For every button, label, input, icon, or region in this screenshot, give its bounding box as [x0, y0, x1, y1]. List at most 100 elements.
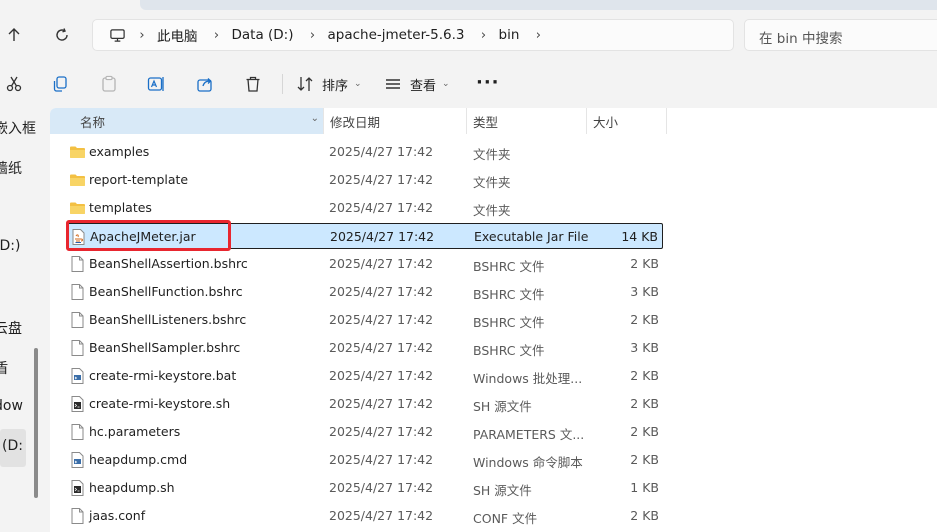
breadcrumb-this-pc[interactable]: 此电脑 — [153, 25, 206, 45]
file-size: 14 KB — [621, 229, 658, 244]
nav-item-4[interactable]: 盾 — [0, 358, 8, 378]
sort-icon — [297, 77, 313, 91]
share-icon — [197, 78, 212, 92]
column-header-size[interactable]: 大小 — [587, 108, 667, 134]
view-label: 查看 — [410, 78, 437, 94]
more-options-button[interactable]: ··· — [476, 72, 500, 93]
script-file-icon — [69, 479, 86, 497]
chevron-down-icon: ⌄ — [442, 79, 450, 89]
refresh-button[interactable] — [48, 22, 76, 48]
toolbar-divider — [282, 74, 283, 94]
chevron-right-icon[interactable]: › — [206, 28, 228, 43]
file-name: templates — [89, 200, 152, 215]
column-header-name[interactable]: ^ 名称 ⌄ — [50, 108, 324, 134]
rename-button[interactable] — [144, 72, 168, 96]
file-name: jaas.conf — [89, 508, 146, 523]
file-row[interactable]: examples 2025/4/27 17:42 文件夹 — [66, 139, 663, 165]
cut-button[interactable] — [2, 72, 26, 96]
file-icon — [69, 507, 86, 525]
chevron-right-icon[interactable]: › — [302, 28, 324, 43]
nav-scrollbar[interactable] — [34, 348, 38, 498]
file-date: 2025/4/27 17:42 — [329, 396, 434, 411]
file-icon — [69, 423, 86, 441]
file-date: 2025/4/27 17:42 — [329, 340, 434, 355]
file-row[interactable]: BeanShellFunction.bshrc 2025/4/27 17:42 BS… — [66, 279, 663, 305]
file-date: 2025/4/27 17:42 — [329, 480, 434, 495]
sort-menu-button[interactable]: 排序 ⌄ — [296, 72, 362, 96]
file-size: 3 KB — [630, 340, 659, 355]
view-lines-icon — [386, 79, 400, 89]
file-name: BeanShellListeners.bshrc — [89, 312, 247, 327]
file-row[interactable]: templates 2025/4/27 17:42 文件夹 — [66, 195, 663, 221]
file-size: 2 KB — [630, 312, 659, 327]
nav-item-6[interactable]: (D: — [0, 429, 26, 467]
file-icon — [69, 255, 86, 273]
file-name: heapdump.cmd — [89, 452, 188, 467]
sort-label: 排序 — [322, 78, 349, 94]
breadcrumb-bin[interactable]: bin — [495, 27, 528, 43]
chevron-right-icon[interactable]: › — [527, 28, 549, 43]
file-name: heapdump.sh — [89, 480, 175, 495]
breadcrumb-drive[interactable]: Data (D:) — [228, 27, 302, 43]
batch-file-icon — [69, 367, 86, 385]
file-row[interactable]: heapdump.sh 2025/4/27 17:42 SH 源文件 1 KB — [66, 475, 663, 501]
file-date: 2025/4/27 17:42 — [329, 312, 434, 327]
copy-button[interactable] — [48, 72, 72, 96]
file-size: 2 KB — [630, 424, 659, 439]
file-type: BSHRC 文件 — [473, 315, 545, 330]
file-row[interactable]: report-template 2025/4/27 17:42 文件夹 — [66, 167, 663, 193]
nav-item-2[interactable]: (D:) — [0, 238, 20, 254]
file-type: SH 源文件 — [473, 399, 532, 414]
file-row[interactable]: create-rmi-keystore.bat 2025/4/27 17:42 Wi… — [66, 363, 663, 389]
address-bar[interactable]: › 此电脑 › Data (D:) › apache-jmeter-5.6.3 … — [92, 19, 734, 51]
search-input[interactable]: 在 bin 中搜索 — [744, 19, 937, 51]
file-type: Windows 批处理... — [473, 371, 583, 386]
file-row[interactable]: ApacheJMeter.jar 2025/4/27 17:42 Executabl… — [66, 223, 663, 249]
file-name: BeanShellAssertion.bshrc — [89, 256, 248, 271]
file-type: BSHRC 文件 — [473, 287, 545, 302]
file-row[interactable]: BeanShellSampler.bshrc 2025/4/27 17:42 BSH… — [66, 335, 663, 361]
sort-ascending-icon: ^ — [194, 108, 202, 115]
delete-button[interactable] — [241, 72, 265, 96]
file-type: BSHRC 文件 — [473, 259, 545, 274]
up-button[interactable] — [0, 22, 28, 48]
file-name: BeanShellSampler.bshrc — [89, 340, 241, 355]
file-row[interactable]: heapdump.cmd 2025/4/27 17:42 Windows 命令脚本 2… — [66, 447, 663, 473]
file-name: BeanShellFunction.bshrc — [89, 284, 243, 299]
file-name: create-rmi-keystore.sh — [89, 396, 231, 411]
chevron-right-icon[interactable]: › — [473, 28, 495, 43]
file-row[interactable]: BeanShellListeners.bshrc 2025/4/27 17:42 B… — [66, 307, 663, 333]
file-type: Executable Jar File — [474, 229, 589, 244]
share-button[interactable] — [193, 72, 217, 96]
address-row: › 此电脑 › Data (D:) › apache-jmeter-5.6.3 … — [0, 12, 937, 58]
file-icon — [69, 283, 86, 301]
file-name: examples — [89, 144, 150, 159]
file-type: BSHRC 文件 — [473, 343, 545, 358]
script-file-icon — [69, 395, 86, 413]
paste-button[interactable] — [97, 72, 121, 96]
column-header-date[interactable]: 修改日期 — [324, 108, 467, 134]
command-bar: 排序 ⌄ 查看 ⌄ ··· — [0, 62, 937, 106]
nav-item-5[interactable]: dow — [0, 398, 23, 414]
file-row[interactable]: jaas.conf 2025/4/27 17:42 CONF 文件 2 KB — [66, 503, 663, 529]
file-list: ^ 名称 ⌄ 修改日期 类型 大小 examples 2025/4/27 17:4… — [50, 108, 937, 532]
nav-item-3[interactable]: 云盘 — [0, 318, 22, 338]
file-type: 文件夹 — [473, 203, 511, 218]
file-date: 2025/4/27 17:42 — [329, 424, 434, 439]
folder-icon — [69, 143, 86, 161]
breadcrumb-jmeter[interactable]: apache-jmeter-5.6.3 — [324, 27, 473, 43]
file-row[interactable]: BeanShellAssertion.bshrc 2025/4/27 17:42 B… — [66, 251, 663, 277]
arrow-up-icon — [8, 28, 20, 41]
nav-item-0[interactable]: 嵌入框 — [0, 118, 36, 138]
file-name: ApacheJMeter.jar — [90, 229, 196, 244]
rename-icon — [147, 77, 164, 91]
column-header-type[interactable]: 类型 — [467, 108, 587, 134]
file-row[interactable]: hc.parameters 2025/4/27 17:42 PARAMETERS 文… — [66, 419, 663, 445]
clipboard-icon — [102, 75, 116, 92]
title-bar-strip — [140, 0, 937, 10]
chevron-down-icon[interactable]: ⌄ — [311, 113, 319, 124]
nav-item-1[interactable]: 墙纸 — [0, 158, 22, 178]
file-row[interactable]: create-rmi-keystore.sh 2025/4/27 17:42 SH … — [66, 391, 663, 417]
column-header-row: ^ 名称 ⌄ 修改日期 类型 大小 — [50, 108, 937, 134]
view-menu-button[interactable]: 查看 ⌄ — [384, 72, 450, 96]
